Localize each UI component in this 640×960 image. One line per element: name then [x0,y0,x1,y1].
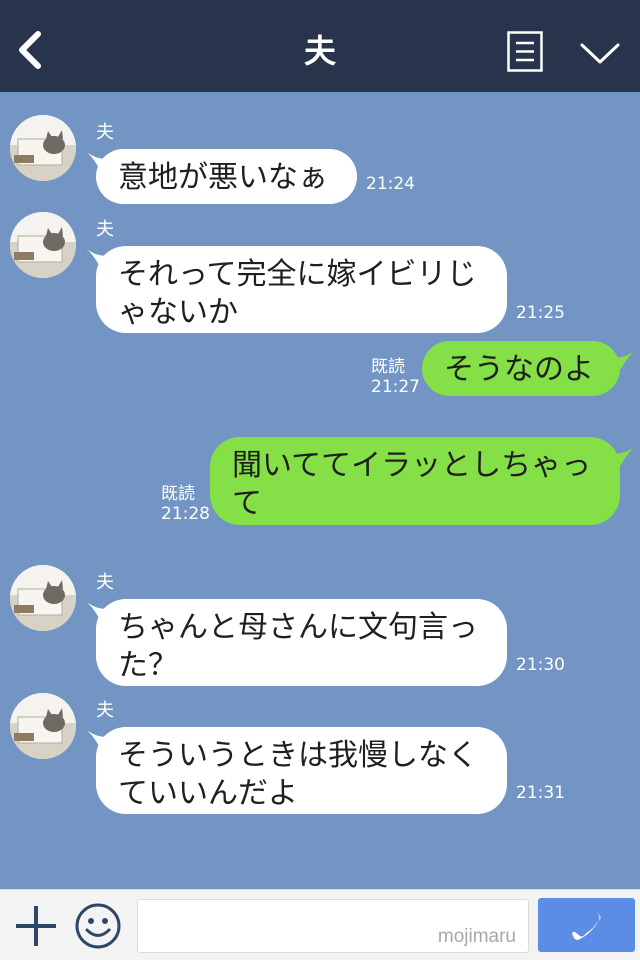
add-button[interactable] [14,904,58,948]
sender-name: 夫 [96,219,114,240]
message-text-line: た？ [118,648,178,683]
read-label: 既読 [161,484,195,504]
message-text-line: そういうときは我慢しなく [118,738,478,773]
menu-button[interactable] [507,31,543,72]
message-text-line: 聞いててイラッとしちゃっ [232,448,592,483]
emoji-button[interactable] [74,902,122,950]
message-text-line: て [232,486,262,521]
sender-name: 夫 [96,700,114,721]
message-time: 21:28 [161,504,210,524]
cat-photo-icon [10,693,76,759]
avatar[interactable] [10,565,76,631]
message-bubble[interactable]: そうなのよ [422,341,620,396]
message-text: そうなのよ [444,352,594,387]
cat-photo-icon [10,565,76,631]
message-time: 21:24 [366,174,415,194]
message-text-line: ゃないか [118,295,238,330]
chevron-down-icon [580,43,620,64]
read-label: 既読 [371,357,405,377]
message-time: 21:27 [371,377,420,397]
cat-photo-icon [10,212,76,278]
message-bubble[interactable]: そういうときは我慢しなく ていいんだよ [96,727,507,814]
avatar[interactable] [10,693,76,759]
sender-name: 夫 [96,572,114,593]
smiley-icon [75,903,121,949]
chat-title: 夫 [303,32,336,70]
dropdown-button[interactable] [578,38,622,68]
message-bubble[interactable]: ちゃんと母さんに文句言っ た？ [96,599,507,686]
message-input[interactable]: mojimaru [137,899,529,953]
sender-name: 夫 [96,122,114,143]
watermark: mojimaru [437,926,516,947]
chat-area[interactable]: 夫 意地が悪いなぁ 21:24 夫 それって完全に嫁イビリじ ゃないか 21:2… [0,92,640,889]
plus-icon [16,906,56,946]
message-time: 21:31 [516,783,565,803]
read-status: 既読 21:27 [371,357,420,397]
list-menu-icon [507,31,543,72]
message-bubble[interactable]: 聞いててイラッとしちゃっ て [210,437,620,525]
input-bar: mojimaru [0,889,640,960]
cat-photo-icon [10,115,76,181]
message-text-line: それって完全に嫁イビリじ [118,257,477,292]
message-text: 意地が悪いなぁ [118,160,328,195]
bubble-tail [607,349,637,369]
avatar[interactable] [10,212,76,278]
phone-icon [572,911,601,940]
avatar[interactable] [10,115,76,181]
read-status: 既読 21:28 [161,484,210,524]
call-button[interactable] [538,898,635,952]
message-bubble[interactable]: 意地が悪いなぁ [96,149,357,204]
chat-header: 夫 [0,0,640,92]
message-text-line: ちゃんと母さんに文句言っ [118,610,478,645]
message-bubble[interactable]: それって完全に嫁イビリじ ゃないか [96,246,507,333]
message-time: 21:25 [516,303,565,323]
message-text-line: ていいんだよ [118,776,298,811]
message-time: 21:30 [516,655,565,675]
bubble-tail [607,445,637,465]
